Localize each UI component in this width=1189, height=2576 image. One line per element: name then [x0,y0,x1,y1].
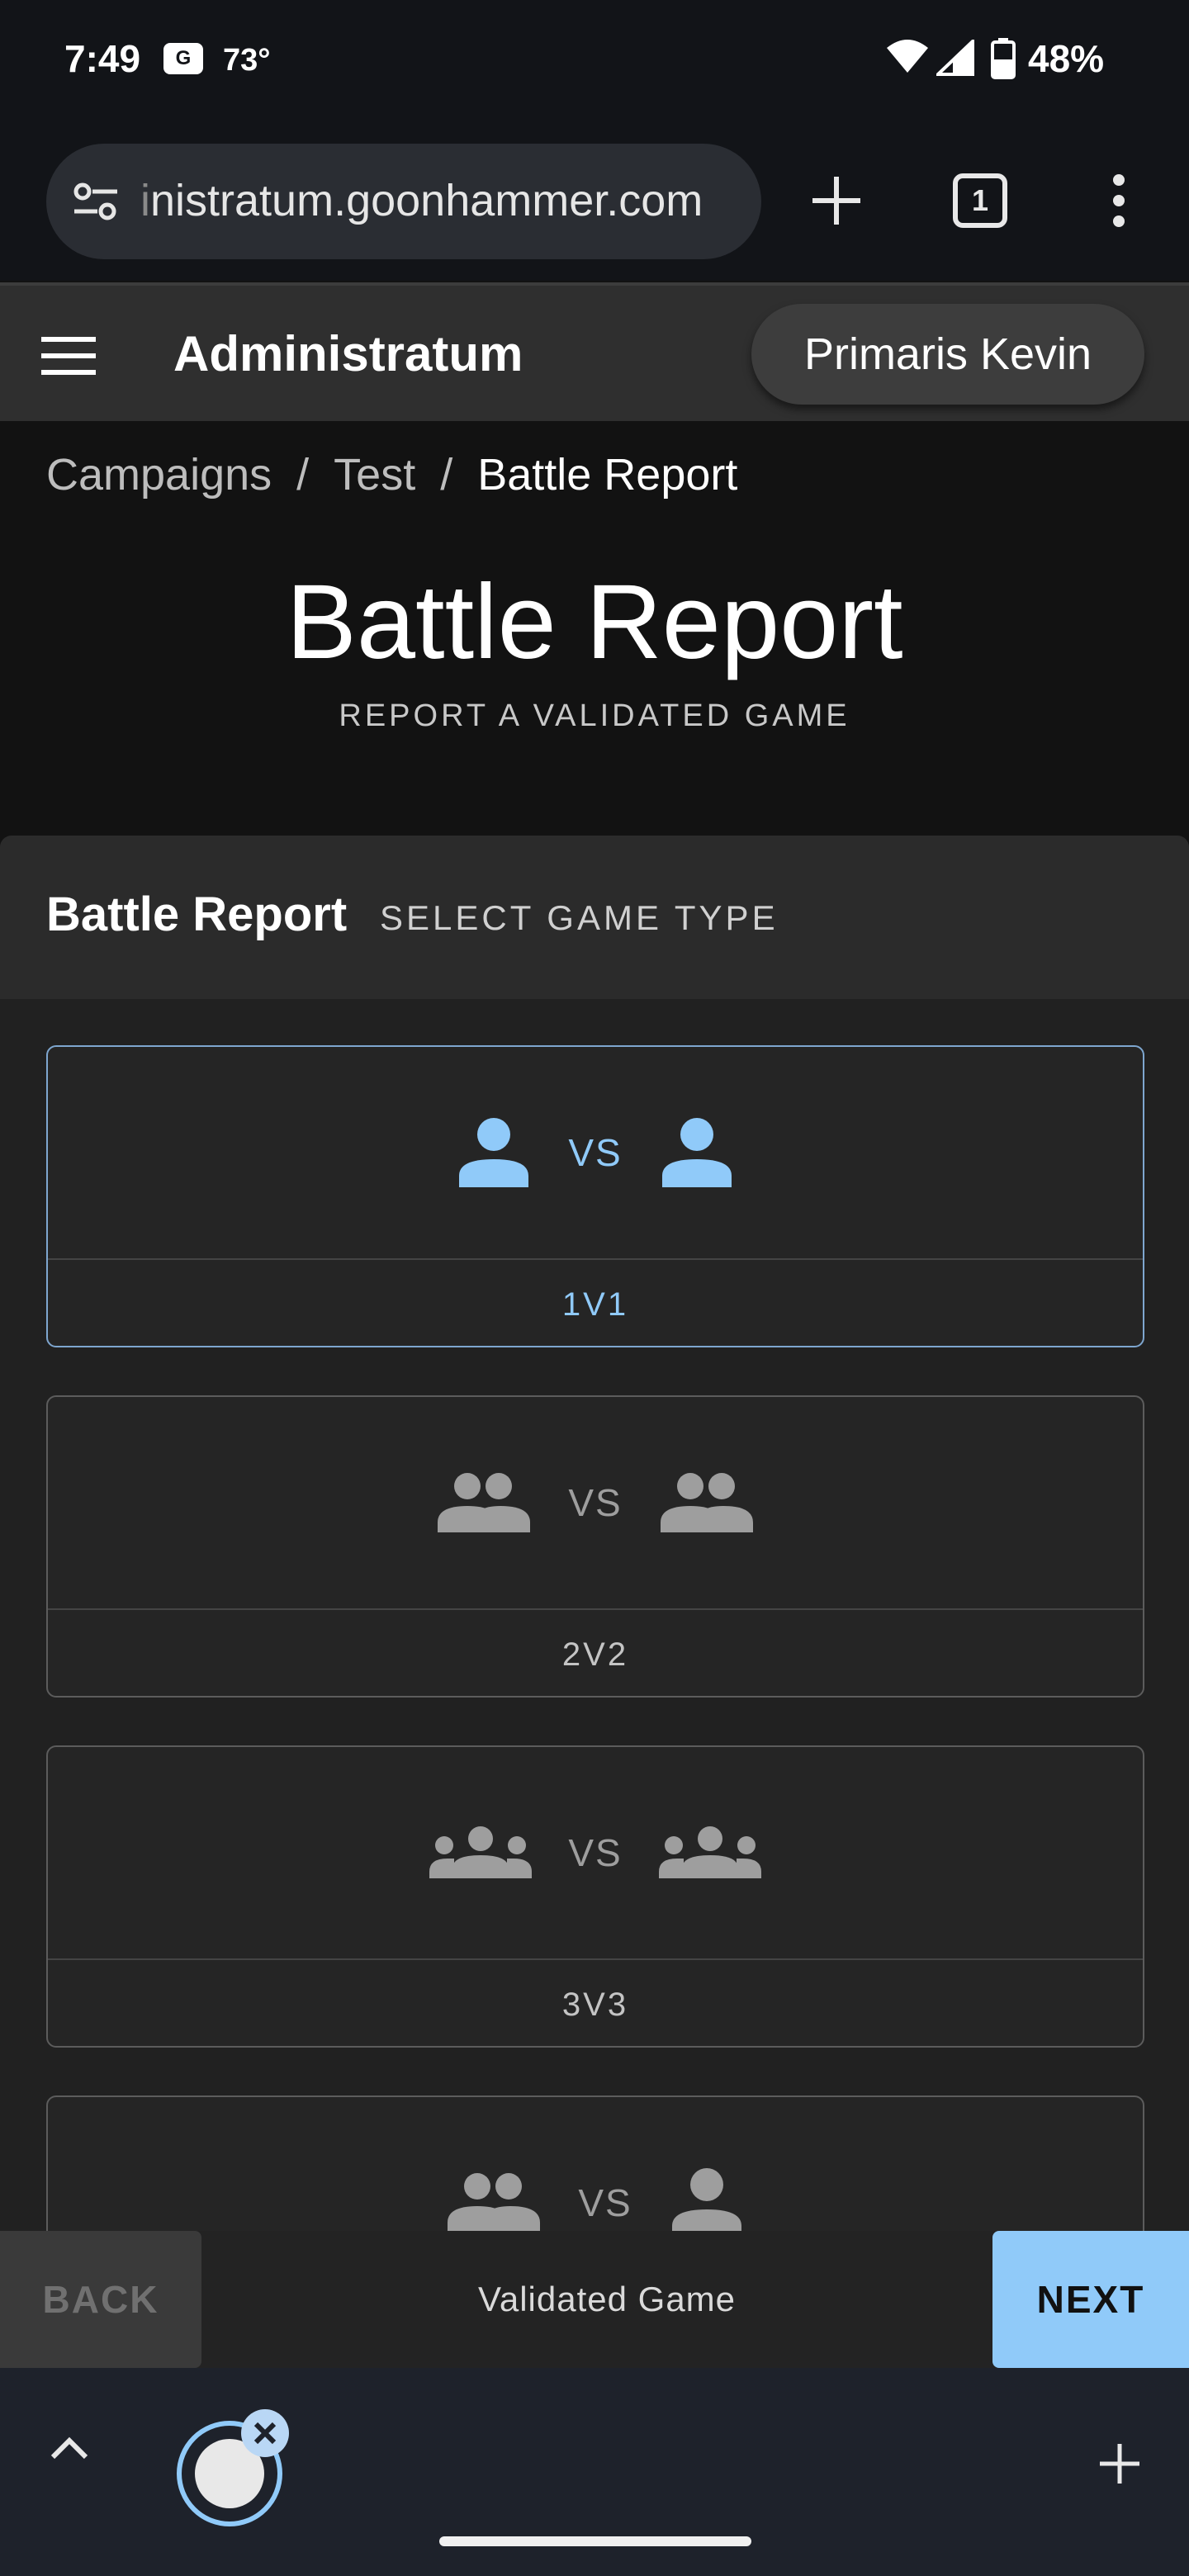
user-menu-button[interactable]: Primaris Kevin [751,304,1144,405]
breadcrumb-separator: / [296,450,310,500]
group-icon [438,1473,531,1532]
vs-label: VS [568,1131,623,1174]
game-type-option-1v1[interactable]: VS 1V1 [46,1045,1144,1347]
next-button[interactable]: NEXT [992,2231,1189,2368]
group-icon [660,1473,753,1532]
vs-label: VS [568,1831,623,1874]
breadcrumb: Campaigns / Test / Battle Report [46,449,737,500]
system-navigation-bar [0,2368,1189,2576]
card-body: VS 1V1 VS 2V2 VS 3V3 VS [0,999,1189,2398]
breadcrumb-campaigns[interactable]: Campaigns [46,450,272,500]
status-time: 7:49 [64,37,141,80]
groups-icon [658,1826,761,1878]
menu-icon[interactable] [41,337,96,375]
status-bar: 7:49 G 73° 48% [0,0,1189,124]
chevron-up-icon[interactable] [48,2432,91,2462]
signal-icon [936,40,974,76]
plus-icon[interactable] [1097,2441,1143,2487]
card-subtitle: SELECT GAME TYPE [380,898,779,937]
option-label: 1V1 [48,1258,1143,1346]
status-temperature: 73° [223,43,271,78]
page-title: Battle Report [286,563,903,681]
tab-switcher-button[interactable]: 1 [953,173,1007,228]
game-type-option-2v2[interactable]: VS 2V2 [46,1395,1144,1698]
vs-label: VS [578,2181,632,2224]
page-subtitle: REPORT A VALIDATED GAME [339,698,850,733]
site-settings-icon[interactable] [71,180,121,223]
home-indicator[interactable] [439,2536,751,2546]
screen: 7:49 G 73° 48% inistratum.goonhammer.com [0,0,1189,2576]
url-text-faded: i [140,176,150,225]
option-icons: VS [48,1747,1143,1958]
address-bar[interactable]: inistratum.goonhammer.com [46,144,761,259]
person-icon [661,1118,732,1187]
option-label: 3V3 [48,1958,1143,2046]
breadcrumb-separator: / [440,450,453,500]
app-header: Administratum Primaris Kevin [0,282,1189,421]
more-options-icon[interactable] [1106,172,1131,230]
new-tab-button[interactable] [808,172,865,230]
group-icon [448,2173,541,2233]
browser-toolbar: inistratum.goonhammer.com 1 [0,124,1189,281]
url-text-main: nistratum.goonhammer.com [150,176,703,225]
vs-label: VS [568,1481,623,1524]
battery-percent: 48% [1028,37,1105,80]
url-text[interactable]: inistratum.goonhammer.com [140,175,743,226]
groups-icon [429,1826,533,1878]
option-icons: VS [48,1397,1143,1608]
step-label: Validated Game [477,2280,737,2318]
card-header: Battle Report SELECT GAME TYPE [0,836,1189,999]
game-type-option-3v3[interactable]: VS 3V3 [46,1745,1144,2048]
app-title[interactable]: Administratum [173,325,523,382]
wifi-icon [887,40,928,73]
close-icon[interactable] [241,2409,289,2457]
action-bar: BACK Validated Game NEXT [0,2231,1189,2368]
person-icon [459,1118,529,1187]
breadcrumb-current: Battle Report [477,450,738,500]
option-label: 2V2 [48,1608,1143,1696]
battery-icon [991,38,1016,79]
back-button[interactable]: BACK [0,2231,201,2368]
breadcrumb-test[interactable]: Test [334,450,415,500]
option-icons: VS [48,1047,1143,1258]
news-badge-icon: G [163,43,203,74]
card-title: Battle Report [46,888,348,941]
person-icon [671,2168,741,2237]
